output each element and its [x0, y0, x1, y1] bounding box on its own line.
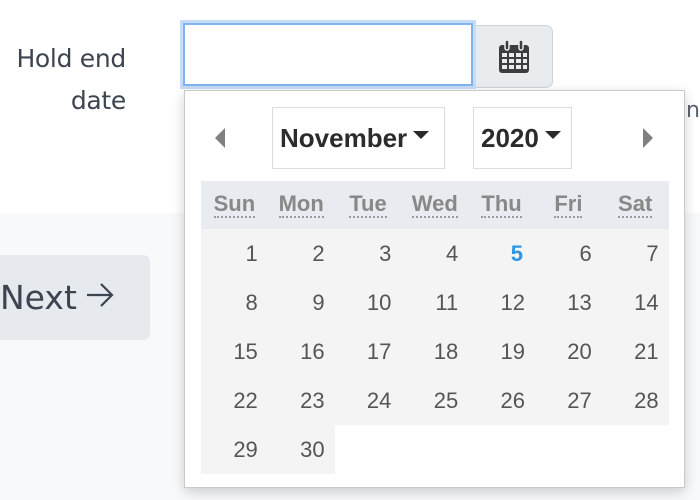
- partially-hidden-text: n: [686, 98, 700, 123]
- weekday-label: Sun: [213, 190, 256, 218]
- calendar-week-row: 15 16 17 18 19 20 21: [201, 327, 669, 376]
- calendar-day-today[interactable]: 5: [468, 229, 535, 278]
- calendar-day[interactable]: 3: [334, 229, 402, 278]
- empty-day-cell: [602, 425, 669, 474]
- next-button[interactable]: Next: [0, 255, 150, 340]
- calendar-day[interactable]: 17: [334, 327, 402, 376]
- calendar-day[interactable]: 18: [401, 327, 469, 376]
- chevron-down-icon: [413, 131, 430, 139]
- calendar-week-row: 29 30: [201, 425, 669, 474]
- calendar-day[interactable]: 7: [601, 229, 669, 278]
- calendar-day[interactable]: 23: [267, 376, 335, 425]
- weekday-label: Wed: [411, 190, 458, 218]
- label-line-2: date: [70, 86, 126, 115]
- open-calendar-button[interactable]: [476, 25, 553, 88]
- hold-end-date-input[interactable]: [183, 23, 473, 86]
- triangle-right-icon: [643, 128, 653, 148]
- label-line-1: Hold end: [16, 44, 126, 73]
- calendar-day[interactable]: 22: [201, 376, 268, 425]
- previous-month-button[interactable]: [210, 126, 230, 150]
- weekday-header: Mon: [268, 181, 335, 229]
- calendar-day[interactable]: 4: [401, 229, 469, 278]
- calendar-day[interactable]: 27: [534, 376, 602, 425]
- empty-day-cell: [535, 425, 602, 474]
- calendar-day[interactable]: 28: [601, 376, 669, 425]
- calendar-day[interactable]: 11: [401, 278, 469, 327]
- weekday-header: Sat: [602, 181, 669, 229]
- empty-day-cell: [468, 425, 535, 474]
- calendar-day[interactable]: 1: [201, 229, 268, 278]
- calendar-day[interactable]: 29: [201, 425, 268, 474]
- weekday-label: Mon: [278, 190, 324, 218]
- next-button-label: Next: [0, 278, 77, 317]
- calendar-day[interactable]: 20: [534, 327, 602, 376]
- calendar-day[interactable]: 19: [468, 327, 535, 376]
- calendar-week-row: 22 23 24 25 26 27 28: [201, 376, 669, 425]
- calendar-week-row: 8 9 10 11 12 13 14: [201, 278, 669, 327]
- calendar-day[interactable]: 2: [267, 229, 335, 278]
- calendar-day[interactable]: 26: [468, 376, 535, 425]
- weekday-header: Fri: [535, 181, 602, 229]
- year-select-value: 2020: [481, 122, 539, 153]
- calendar-day[interactable]: 16: [267, 327, 335, 376]
- calendar-weeks: 1 2 3 4 5 6 7 8 9 10 11 12 13 14 15 16 17 18 19 20 21 22 23 24 2…: [201, 229, 669, 474]
- calendar-day[interactable]: 24: [334, 376, 402, 425]
- weekday-label: Thu: [481, 190, 522, 218]
- calendar-grid: Sun Mon Tue Wed Thu Fri Sat 1 2 3 4 5 6 7 8 9 10 11 12 13 1…: [201, 181, 669, 474]
- chevron-down-icon: [544, 131, 561, 139]
- calendar-day[interactable]: 6: [534, 229, 602, 278]
- weekday-header: Thu: [468, 181, 535, 229]
- weekday-label: Fri: [554, 190, 583, 218]
- calendar-day[interactable]: 14: [601, 278, 669, 327]
- calendar-day[interactable]: 9: [267, 278, 335, 327]
- empty-day-cell: [335, 425, 402, 474]
- calendar-day[interactable]: 30: [267, 425, 335, 474]
- hold-end-date-label: Hold end date: [0, 38, 126, 122]
- calendar-day[interactable]: 12: [468, 278, 535, 327]
- next-month-button[interactable]: [638, 126, 658, 150]
- weekday-label: Sat: [618, 190, 653, 218]
- calendar-day[interactable]: 8: [201, 278, 268, 327]
- triangle-left-icon: [215, 128, 225, 148]
- calendar-day[interactable]: 21: [601, 327, 669, 376]
- calendar-day[interactable]: 10: [334, 278, 402, 327]
- month-select[interactable]: November: [272, 107, 445, 169]
- weekday-header: Tue: [335, 181, 402, 229]
- calendar-day[interactable]: 15: [201, 327, 268, 376]
- calendar-day[interactable]: 13: [534, 278, 602, 327]
- year-select[interactable]: 2020: [473, 107, 572, 169]
- empty-day-cell: [401, 425, 468, 474]
- weekday-header: Sun: [201, 181, 268, 229]
- month-select-value: November: [280, 122, 408, 153]
- arrow-right-icon: [85, 279, 115, 317]
- calendar-day[interactable]: 25: [401, 376, 469, 425]
- calendar-icon: [499, 39, 529, 73]
- weekday-label: Tue: [349, 190, 387, 218]
- datepicker-popup: November 2020 Sun Mon Tue Wed Thu Fri Sat 1234…: [184, 90, 685, 488]
- weekday-header: Wed: [401, 181, 468, 229]
- weekday-header-row: Sun Mon Tue Wed Thu Fri Sat: [201, 181, 669, 229]
- calendar-week-row: 1234567: [201, 229, 669, 278]
